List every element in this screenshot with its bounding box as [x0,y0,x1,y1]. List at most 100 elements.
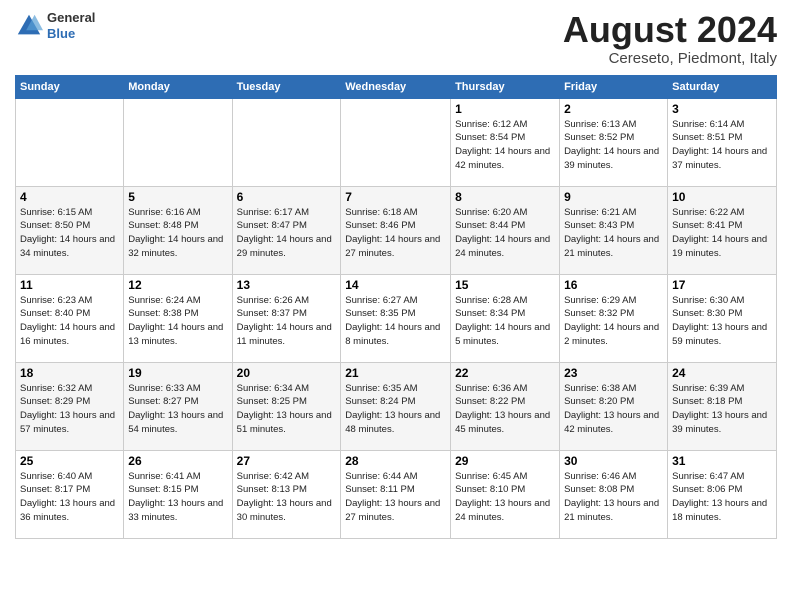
day-number: 29 [455,454,555,468]
calendar-cell: 6Sunrise: 6:17 AM Sunset: 8:47 PM Daylig… [232,186,341,274]
day-info: Sunrise: 6:15 AM Sunset: 8:50 PM Dayligh… [20,206,119,261]
day-info: Sunrise: 6:23 AM Sunset: 8:40 PM Dayligh… [20,294,119,349]
day-info: Sunrise: 6:32 AM Sunset: 8:29 PM Dayligh… [20,382,119,437]
calendar-cell [124,98,232,186]
day-info: Sunrise: 6:36 AM Sunset: 8:22 PM Dayligh… [455,382,555,437]
day-info: Sunrise: 6:20 AM Sunset: 8:44 PM Dayligh… [455,206,555,261]
day-info: Sunrise: 6:39 AM Sunset: 8:18 PM Dayligh… [672,382,772,437]
day-info: Sunrise: 6:41 AM Sunset: 8:15 PM Dayligh… [128,470,227,525]
day-number: 25 [20,454,119,468]
day-info: Sunrise: 6:38 AM Sunset: 8:20 PM Dayligh… [564,382,663,437]
calendar-cell: 17 Sunrise: 6:30 AM Sunset: 8:30 PM Dayli… [668,274,777,362]
day-number: 26 [128,454,227,468]
calendar-cell: 9 Sunrise: 6:21 AM Sunset: 8:43 PM Daylig… [560,186,668,274]
calendar-week-1: 1 Sunrise: 6:12 AM Sunset: 8:54 PM Daylig… [16,98,777,186]
day-number: 24 [672,366,772,380]
calendar-cell: 16 Sunrise: 6:29 AM Sunset: 8:32 PM Dayli… [560,274,668,362]
logo: General Blue [15,10,95,41]
header-row: Sunday Monday Tuesday Wednesday Thursday… [16,75,777,98]
day-info: Sunrise: 6:22 AM Sunset: 8:41 PM Dayligh… [672,206,772,261]
day-number: 5 [128,190,227,204]
calendar-cell: 5 Sunrise: 6:16 AM Sunset: 8:48 PM Daylig… [124,186,232,274]
day-number: 27 [237,454,337,468]
calendar-cell [16,98,124,186]
calendar-cell [341,98,451,186]
day-info: Sunrise: 6:45 AM Sunset: 8:10 PM Dayligh… [455,470,555,525]
calendar-cell: 3 Sunrise: 6:14 AM Sunset: 8:51 PM Daylig… [668,98,777,186]
calendar-cell: 10 Sunrise: 6:22 AM Sunset: 8:41 PM Dayli… [668,186,777,274]
calendar-cell: 23Sunrise: 6:38 AM Sunset: 8:20 PM Dayli… [560,362,668,450]
calendar-cell: 8 Sunrise: 6:20 AM Sunset: 8:44 PM Daylig… [451,186,560,274]
day-number: 20 [237,366,337,380]
col-sunday: Sunday [16,75,124,98]
month-title: August 2024 [563,10,777,50]
day-number: 18 [20,366,119,380]
day-info: Sunrise: 6:21 AM Sunset: 8:43 PM Dayligh… [564,206,663,261]
day-info: Sunrise: 6:42 AM Sunset: 8:13 PM Dayligh… [237,470,337,525]
day-number: 21 [345,366,446,380]
day-number: 22 [455,366,555,380]
calendar-cell: 31 Sunrise: 6:47 AM Sunset: 8:06 PM Dayli… [668,450,777,538]
day-info: Sunrise: 6:34 AM Sunset: 8:25 PM Dayligh… [237,382,337,437]
col-monday: Monday [124,75,232,98]
day-info: Sunrise: 6:30 AM Sunset: 8:30 PM Dayligh… [672,294,772,349]
day-info: Sunrise: 6:12 AM Sunset: 8:54 PM Dayligh… [455,118,555,173]
day-info: Sunrise: 6:27 AM Sunset: 8:35 PM Dayligh… [345,294,446,349]
calendar-cell: 20 Sunrise: 6:34 AM Sunset: 8:25 PM Dayli… [232,362,341,450]
day-number: 30 [564,454,663,468]
header: General Blue August 2024 Cereseto, Piedm… [15,10,777,67]
calendar-cell: 13 Sunrise: 6:26 AM Sunset: 8:37 PM Dayli… [232,274,341,362]
day-info: Sunrise: 6:47 AM Sunset: 8:06 PM Dayligh… [672,470,772,525]
day-number: 1 [455,102,555,116]
calendar-cell: 2Sunrise: 6:13 AM Sunset: 8:52 PM Daylig… [560,98,668,186]
day-info: Sunrise: 6:46 AM Sunset: 8:08 PM Dayligh… [564,470,663,525]
calendar-cell: 4Sunrise: 6:15 AM Sunset: 8:50 PM Daylig… [16,186,124,274]
day-number: 28 [345,454,446,468]
title-section: August 2024 Cereseto, Piedmont, Italy [563,10,777,67]
day-info: Sunrise: 6:13 AM Sunset: 8:52 PM Dayligh… [564,118,663,173]
calendar-cell: 18 Sunrise: 6:32 AM Sunset: 8:29 PM Dayli… [16,362,124,450]
calendar-cell: 21 Sunrise: 6:35 AM Sunset: 8:24 PM Dayli… [341,362,451,450]
day-number: 16 [564,278,663,292]
day-number: 12 [128,278,227,292]
day-info: Sunrise: 6:29 AM Sunset: 8:32 PM Dayligh… [564,294,663,349]
col-saturday: Saturday [668,75,777,98]
logo-text: General Blue [47,10,95,41]
day-number: 17 [672,278,772,292]
calendar-cell: 14Sunrise: 6:27 AM Sunset: 8:35 PM Dayli… [341,274,451,362]
calendar: Sunday Monday Tuesday Wednesday Thursday… [15,75,777,539]
col-thursday: Thursday [451,75,560,98]
calendar-week-4: 18 Sunrise: 6:32 AM Sunset: 8:29 PM Dayli… [16,362,777,450]
day-number: 13 [237,278,337,292]
calendar-week-5: 25Sunrise: 6:40 AM Sunset: 8:17 PM Dayli… [16,450,777,538]
calendar-week-3: 11 Sunrise: 6:23 AM Sunset: 8:40 PM Dayli… [16,274,777,362]
logo-blue: Blue [47,26,95,42]
day-number: 15 [455,278,555,292]
calendar-week-2: 4Sunrise: 6:15 AM Sunset: 8:50 PM Daylig… [16,186,777,274]
calendar-body: 1 Sunrise: 6:12 AM Sunset: 8:54 PM Daylig… [16,98,777,538]
page: General Blue August 2024 Cereseto, Piedm… [0,0,792,612]
calendar-cell: 12Sunrise: 6:24 AM Sunset: 8:38 PM Dayli… [124,274,232,362]
col-friday: Friday [560,75,668,98]
calendar-cell: 19Sunrise: 6:33 AM Sunset: 8:27 PM Dayli… [124,362,232,450]
day-number: 31 [672,454,772,468]
day-number: 9 [564,190,663,204]
calendar-cell: 1 Sunrise: 6:12 AM Sunset: 8:54 PM Daylig… [451,98,560,186]
day-info: Sunrise: 6:18 AM Sunset: 8:46 PM Dayligh… [345,206,446,261]
day-info: Sunrise: 6:16 AM Sunset: 8:48 PM Dayligh… [128,206,227,261]
day-info: Sunrise: 6:35 AM Sunset: 8:24 PM Dayligh… [345,382,446,437]
day-number: 11 [20,278,119,292]
calendar-cell: 27 Sunrise: 6:42 AM Sunset: 8:13 PM Dayli… [232,450,341,538]
logo-icon [15,12,43,40]
day-number: 10 [672,190,772,204]
day-info: Sunrise: 6:26 AM Sunset: 8:37 PM Dayligh… [237,294,337,349]
calendar-cell: 26 Sunrise: 6:41 AM Sunset: 8:15 PM Dayli… [124,450,232,538]
day-info: Sunrise: 6:14 AM Sunset: 8:51 PM Dayligh… [672,118,772,173]
calendar-cell: 24 Sunrise: 6:39 AM Sunset: 8:18 PM Dayli… [668,362,777,450]
location: Cereseto, Piedmont, Italy [563,50,777,67]
logo-general: General [47,10,95,26]
calendar-cell: 7Sunrise: 6:18 AM Sunset: 8:46 PM Daylig… [341,186,451,274]
day-number: 3 [672,102,772,116]
day-number: 8 [455,190,555,204]
day-info: Sunrise: 6:28 AM Sunset: 8:34 PM Dayligh… [455,294,555,349]
